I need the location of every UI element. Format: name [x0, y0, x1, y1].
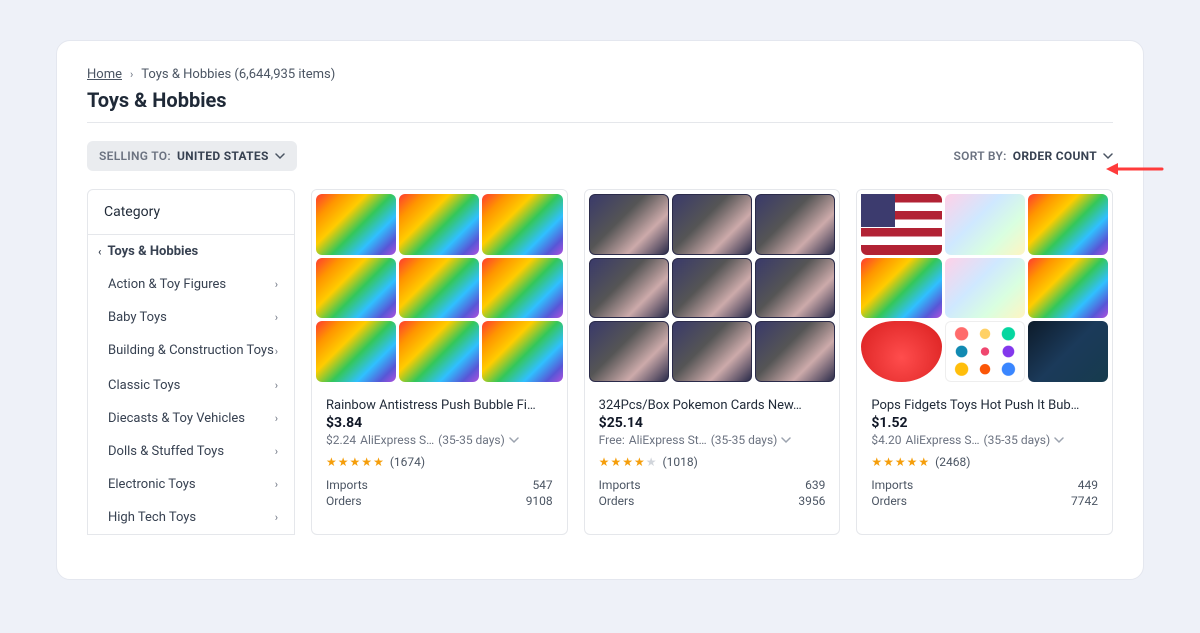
selling-to-dropdown[interactable]: SELLING TO: UNITED STATES [87, 141, 297, 171]
shipping-dropdown[interactable]: Free: AliExpress St… (35-35 days) [599, 433, 826, 447]
orders-label: Orders [326, 494, 362, 508]
product-title: Pops Fidgets Toys Hot Push It Bub… [871, 398, 1098, 413]
imports-label: Imports [599, 478, 641, 492]
category-item[interactable]: Action & Toy Figures› [88, 268, 294, 301]
category-header: Category [87, 189, 295, 235]
orders-value: 7742 [1071, 494, 1098, 508]
shipping-carrier: AliExpress S… [360, 433, 434, 447]
product-image[interactable] [857, 190, 1112, 386]
category-item[interactable]: Electronic Toys› [88, 468, 294, 501]
star-icon: ★ [373, 455, 384, 469]
chevron-down-icon [275, 151, 285, 161]
rating-stars: ★★★★★ [599, 455, 657, 469]
sort-by-value: ORDER COUNT [1013, 149, 1097, 163]
shipping-price: $4.20 [871, 433, 901, 447]
chevron-right-icon: › [275, 311, 278, 324]
shipping-carrier: AliExpress St… [629, 433, 707, 447]
product-card[interactable]: 324Pcs/Box Pokemon Cards New… $25.14 Fre… [584, 189, 841, 535]
star-icon: ★ [871, 455, 882, 469]
breadcrumb-home-link[interactable]: Home [87, 67, 122, 82]
product-card[interactable]: Rainbow Antistress Push Bubble Fi… $3.84… [311, 189, 568, 535]
star-icon: ★ [883, 455, 894, 469]
chevron-down-icon [781, 435, 791, 445]
selling-to-label: SELLING TO: [99, 149, 171, 163]
sort-by-label: SORT BY: [954, 149, 1007, 163]
orders-label: Orders [871, 494, 907, 508]
shipping-price: Free: [599, 433, 625, 447]
shipping-dropdown[interactable]: $4.20 AliExpress S… (35-35 days) [871, 433, 1098, 447]
shipping-carrier: AliExpress S… [905, 433, 979, 447]
star-icon: ★ [338, 455, 349, 469]
star-icon: ★ [895, 455, 906, 469]
chevron-right-icon: › [275, 278, 278, 291]
orders-value: 9108 [526, 494, 553, 508]
imports-value: 639 [805, 478, 825, 492]
rating-count: (1018) [663, 455, 698, 469]
product-price: $3.84 [326, 415, 553, 431]
chevron-right-icon: › [275, 445, 278, 458]
category-item[interactable]: Building & Construction Toys› [88, 334, 294, 369]
category-item[interactable]: Classic Toys› [88, 369, 294, 402]
rating-count: (2468) [935, 455, 970, 469]
page-title: Toys & Hobbies [87, 88, 1113, 112]
sort-by-dropdown[interactable]: SORT BY: ORDER COUNT [954, 149, 1114, 163]
star-icon: ★ [634, 455, 645, 469]
product-image[interactable] [312, 190, 567, 386]
chevron-right-icon: › [130, 68, 133, 81]
chevron-right-icon: › [275, 478, 278, 491]
product-title: Rainbow Antistress Push Bubble Fi… [326, 398, 553, 413]
star-icon: ★ [907, 455, 918, 469]
imports-value: 449 [1078, 478, 1098, 492]
shipping-eta: (35-35 days) [711, 433, 778, 447]
chevron-right-icon: › [275, 345, 278, 358]
star-icon: ★ [918, 455, 929, 469]
orders-value: 3956 [798, 494, 825, 508]
category-sidebar: Category ‹Toys & Hobbies Action & Toy Fi… [87, 189, 295, 535]
breadcrumb-current: Toys & Hobbies (6,644,935 items) [141, 67, 335, 82]
star-icon: ★ [622, 455, 633, 469]
product-title: 324Pcs/Box Pokemon Cards New… [599, 398, 826, 413]
product-price: $1.52 [871, 415, 1098, 431]
star-icon: ★ [350, 455, 361, 469]
chevron-left-icon: ‹ [98, 245, 101, 258]
rating-stars: ★★★★★ [871, 455, 929, 469]
breadcrumb: Home › Toys & Hobbies (6,644,935 items) [87, 67, 1113, 82]
selling-to-value: UNITED STATES [177, 149, 269, 163]
category-item[interactable]: Baby Toys› [88, 301, 294, 334]
category-item[interactable]: Dolls & Stuffed Toys› [88, 435, 294, 468]
star-icon: ★ [326, 455, 337, 469]
product-price: $25.14 [599, 415, 826, 431]
chevron-right-icon: › [275, 379, 278, 392]
star-icon: ★ [599, 455, 610, 469]
shipping-price: $2.24 [326, 433, 356, 447]
chevron-right-icon: › [275, 412, 278, 425]
shipping-eta: (35-35 days) [984, 433, 1051, 447]
shipping-dropdown[interactable]: $2.24 AliExpress S… (35-35 days) [326, 433, 553, 447]
rating-count: (1674) [390, 455, 425, 469]
imports-label: Imports [326, 478, 368, 492]
chevron-down-icon [509, 435, 519, 445]
star-icon: ★ [646, 455, 657, 469]
category-item[interactable]: High Tech Toys› [88, 501, 294, 534]
star-icon: ★ [610, 455, 621, 469]
orders-label: Orders [599, 494, 635, 508]
star-icon: ★ [361, 455, 372, 469]
product-card[interactable]: Pops Fidgets Toys Hot Push It Bub… $1.52… [856, 189, 1113, 535]
shipping-eta: (35-35 days) [438, 433, 505, 447]
divider [87, 122, 1113, 123]
chevron-down-icon [1103, 151, 1113, 161]
category-item[interactable]: Diecasts & Toy Vehicles› [88, 402, 294, 435]
imports-label: Imports [871, 478, 913, 492]
product-image[interactable] [585, 190, 840, 386]
category-parent[interactable]: ‹Toys & Hobbies [88, 235, 294, 268]
chevron-right-icon: › [275, 511, 278, 524]
rating-stars: ★★★★★ [326, 455, 384, 469]
imports-value: 547 [532, 478, 552, 492]
chevron-down-icon [1054, 435, 1064, 445]
